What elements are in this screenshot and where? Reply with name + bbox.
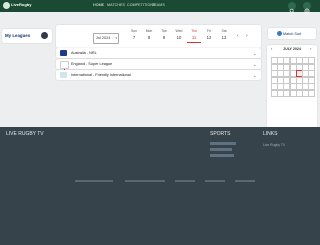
day-name: Wed [175, 29, 183, 33]
league-row-australia[interactable]: Australia - NRL ⌄ [56, 48, 261, 58]
day-name: Tue [161, 29, 167, 33]
footer-sport-link[interactable] [210, 154, 234, 157]
footer-link-live-rugby-tv[interactable]: Live Rugby TV [263, 143, 285, 147]
league-name: International - Friendly International [71, 73, 131, 77]
day-date: 8 [147, 35, 151, 40]
day-date: 7 [132, 35, 136, 40]
footer-title-links: LINKS [263, 131, 278, 137]
league-name: Australia - NRL [71, 51, 97, 55]
globe-flag-icon [60, 72, 67, 78]
top-navbar: LiveRugby HOME MATCHES COMPETITIONS TEAM… [0, 0, 320, 14]
nav-teams[interactable]: TEAMS [152, 3, 165, 7]
chevron-down-icon[interactable]: ⌄ [253, 62, 256, 67]
footer-bottom-link[interactable] [235, 180, 255, 182]
day-name: Fri [207, 29, 211, 33]
chevron-right-icon[interactable]: › [310, 46, 311, 51]
site-footer: LIVE RUGBY TV SPORTS LINKS Live Rugby TV [0, 127, 320, 245]
england-flag-icon [60, 61, 69, 75]
logo-text: LiveRugby [11, 2, 32, 7]
month-picker-label: Jul 2024 [96, 36, 111, 40]
nav-home[interactable]: HOME [93, 3, 104, 7]
league-row-england[interactable]: England - Super League ⌄ [56, 59, 261, 75]
day-name: Mon [145, 29, 153, 33]
day-date: 12 [206, 35, 212, 40]
day-date: 13 [221, 35, 227, 40]
chevron-down-icon: ▾ [115, 36, 117, 40]
league-row-international[interactable]: International - Friendly International ⌄ [56, 70, 261, 80]
footer-title-live-rugby-tv: LIVE RUGBY TV [6, 131, 44, 137]
footer-bottom-link[interactable] [205, 180, 225, 182]
site-logo[interactable]: LiveRugby [3, 1, 31, 11]
date-selector: Jul 2024 ▾ Sun 7 Mon 8 Tue 9 Wed 10 Thu … [56, 25, 261, 48]
footer-bottom-link[interactable] [75, 180, 113, 182]
day-name: Sun [130, 29, 138, 33]
day-thu[interactable]: Thu 11 [187, 25, 201, 43]
day-date: 11 [191, 35, 197, 40]
footer-sport-link[interactable] [210, 142, 236, 145]
day-date: 10 [176, 35, 182, 40]
chevron-down-icon[interactable]: ⌄ [253, 51, 256, 56]
month-picker[interactable]: Jul 2024 ▾ [93, 33, 119, 44]
calendar-widget: ‹ JULY 2024 › [267, 45, 317, 129]
league-name: England - Super League [71, 62, 113, 66]
match-sort-label: Match Sort [283, 31, 302, 36]
chevron-down-icon[interactable]: ⌄ [253, 73, 256, 78]
search-icon[interactable] [288, 2, 296, 14]
footer-bottom-link[interactable] [125, 180, 165, 182]
match-sort-button[interactable]: Match Sort [268, 28, 316, 39]
footer-bottom-link[interactable] [175, 180, 195, 182]
footer-title-sports: SPORTS [210, 131, 231, 137]
globe-icon[interactable] [303, 2, 311, 14]
nav-matches[interactable]: MATCHES [107, 3, 125, 7]
day-name: Sat [221, 29, 227, 33]
australia-flag-icon [60, 50, 67, 56]
footer-sport-link[interactable] [210, 148, 232, 151]
rugby-ball-icon [3, 2, 10, 9]
day-date: 9 [162, 35, 166, 40]
calendar-day-cell[interactable] [308, 89, 316, 97]
chevron-right-icon[interactable]: › [246, 33, 248, 39]
chevron-left-icon[interactable]: ‹ [237, 33, 239, 39]
sort-icon [277, 31, 282, 36]
my-leagues-label: My Leagues [5, 33, 31, 38]
settings-icon[interactable] [41, 32, 48, 39]
day-name: Thu [191, 29, 197, 33]
my-leagues-panel[interactable]: My Leagues [2, 29, 52, 43]
